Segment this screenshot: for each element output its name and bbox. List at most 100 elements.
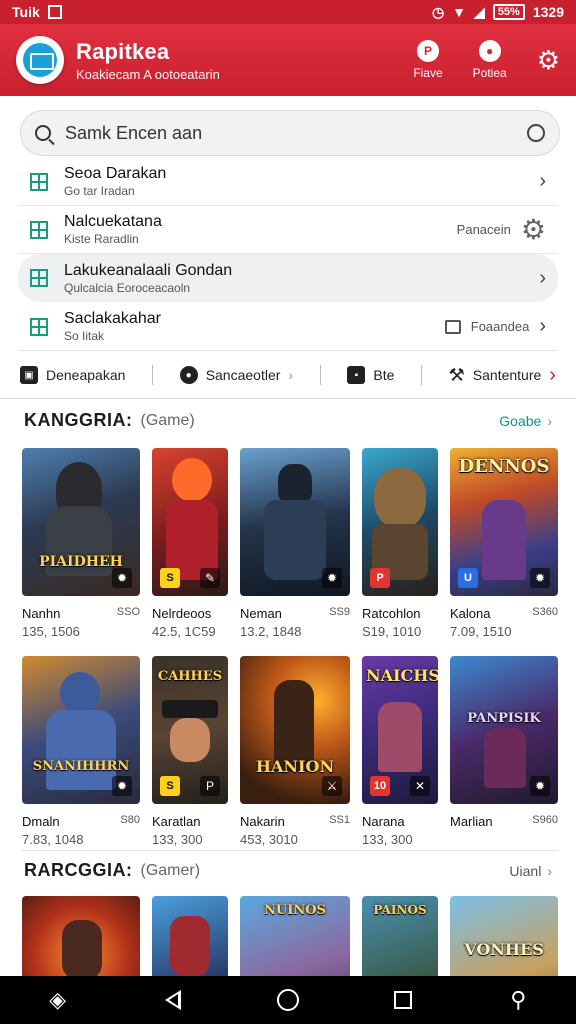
game-card[interactable]: CAHHES S P Karatlan 133, 300	[152, 656, 228, 847]
menu-item-title: Seoa Darakan	[64, 165, 167, 182]
section-title: RARCGGIA:	[24, 860, 133, 880]
game-cover: NUINOS	[240, 896, 350, 976]
game-card[interactable]	[152, 896, 228, 976]
gear-icon: ✹	[530, 776, 550, 796]
cover-title: PANPISIK	[467, 711, 541, 726]
grid-icon	[30, 172, 48, 191]
gear-icon[interactable]: ⚙	[521, 215, 546, 244]
see-more-link[interactable]: Uianl ›	[509, 863, 552, 879]
menu-item-subtitle: Kiste Raradlin	[64, 232, 139, 246]
header-action-label: Potiea	[472, 66, 507, 80]
tag-icon: ◈	[49, 987, 67, 1012]
menu-item[interactable]: Seoa Darakan Go tar Iradan ›	[18, 158, 558, 206]
game-cover: P	[362, 448, 438, 596]
gear-icon: ✹	[112, 776, 132, 796]
nav-back-button[interactable]	[153, 980, 193, 1020]
game-cover: NAICHS 10 ✕	[362, 656, 438, 804]
character-art	[374, 468, 426, 528]
game-card[interactable]: VONHES	[450, 896, 558, 976]
tab-divider	[421, 365, 423, 385]
game-stats: 133, 300	[362, 832, 413, 847]
search-input[interactable]	[65, 122, 527, 144]
game-card[interactable]: PANPISIK ✹ Marlian S960	[450, 656, 558, 847]
game-cover: PIAIDHEH ✹	[22, 448, 140, 596]
nav-recents-button[interactable]	[383, 980, 423, 1020]
alarm-icon: ◷	[431, 3, 445, 20]
character-art	[278, 464, 312, 504]
game-card[interactable]: ✹ Neman SS9 13.2, 1848	[240, 448, 350, 639]
game-name: Ratcohlon	[362, 606, 421, 621]
menu-item[interactable]: Saclakakahar So Iitak Foaandea ›	[18, 303, 558, 351]
game-card[interactable]: S ✎ Nelrdeoos 42.5, 1C59	[152, 448, 228, 639]
chevron-right-icon[interactable]: ›	[549, 364, 556, 387]
nav-home-button[interactable]	[268, 980, 308, 1020]
game-price: S360	[532, 606, 558, 618]
battery-icon: 55%	[492, 4, 525, 20]
location-icon: ●	[179, 366, 198, 384]
header-action-2[interactable]: ● Potiea	[473, 40, 507, 80]
search-icon	[35, 125, 51, 141]
game-name: Marlian	[450, 814, 493, 829]
game-card[interactable]: P Ratcohlon S19, 1010	[362, 448, 438, 639]
game-price: S80	[120, 814, 140, 826]
game-cover: DENNOS U ✹	[450, 448, 558, 596]
nav-profile-button[interactable]: ⚲	[498, 980, 538, 1020]
character-art	[62, 920, 102, 976]
gear-icon: ✹	[530, 568, 550, 588]
grid-icon	[30, 317, 48, 336]
game-price: SS9	[329, 606, 350, 618]
tab-label: Santenture	[472, 367, 542, 383]
menu-item-title: Lakukeanalaali Gondan	[64, 261, 233, 279]
cover-title: NAICHS	[366, 666, 438, 685]
game-card[interactable]: PIAIDHEH ✹ Nanhn SSO 135, 1506	[22, 448, 140, 639]
game-name: Neman	[240, 606, 282, 621]
section-subtitle: (Gamer)	[140, 861, 201, 879]
game-card[interactable]: SNANIHHRN ✹ Dmaln S80 7.83, 1048	[22, 656, 140, 847]
tab-4[interactable]: ⚒ Santenture ›	[449, 364, 556, 387]
game-name: Kalona	[450, 606, 491, 621]
game-card[interactable]	[22, 896, 140, 976]
cover-title: PAINOS	[373, 903, 427, 917]
nav-assistant-button[interactable]: ◈	[38, 980, 78, 1020]
game-price: SS1	[329, 814, 350, 826]
cover-title: NUINOS	[264, 903, 326, 918]
header-action-1[interactable]: P Fiave	[413, 40, 443, 80]
see-more-link[interactable]: Goabe ›	[499, 413, 552, 429]
tab-3[interactable]: ▪ Bte	[347, 366, 394, 384]
game-cover: VONHES	[450, 896, 558, 976]
chevron-right-icon: ›	[547, 412, 552, 429]
tab-1[interactable]: ▣ Deneapakan	[20, 366, 125, 384]
section-header: KANGGRIA: (Game) Goabe ›	[24, 410, 552, 431]
back-icon	[164, 990, 181, 1010]
menu-item[interactable]: Nalcuekatana Kiste Raradlin Panacein ⚙	[18, 206, 558, 254]
chevron-right-icon: ›	[539, 315, 546, 337]
section-header: RARCGGIA: (Gamer) Uianl ›	[24, 860, 552, 881]
game-card[interactable]: DENNOS U ✹ Kalona S360 7.09, 1510	[450, 448, 558, 639]
gear-icon[interactable]: ⚙	[537, 47, 560, 73]
calendar-icon: ▣	[20, 366, 38, 384]
grid-icon	[30, 220, 48, 239]
chevron-right-icon: ›	[539, 266, 546, 289]
voice-icon[interactable]	[527, 124, 545, 142]
game-card[interactable]: PAINOS	[362, 896, 438, 976]
store-icon	[23, 43, 57, 77]
clock: 1329	[532, 4, 564, 20]
tab-2[interactable]: ● Sancaeotler ›	[179, 366, 293, 384]
gear-icon: ✹	[112, 568, 132, 588]
carrier-text: Tuik	[12, 4, 40, 20]
app-logo[interactable]	[16, 36, 64, 84]
search-bar[interactable]	[20, 110, 560, 156]
sword-icon: ⚔	[322, 776, 342, 796]
game-cover: S ✎	[152, 448, 228, 596]
game-stats: 7.83, 1048	[22, 832, 84, 847]
system-nav-bar: ◈ ⚲	[0, 976, 576, 1024]
game-card[interactable]: HANION ⚔ Nakarin SS1 453, 3010	[240, 656, 350, 847]
chevron-right-icon: ›	[539, 170, 546, 192]
game-card[interactable]: NAICHS 10 ✕ Narana 133, 300	[362, 656, 438, 847]
game-row-1: PIAIDHEH ✹ Nanhn SSO 135, 1506 S ✎ Nelrde…	[22, 448, 558, 639]
tab-label: Bte	[373, 367, 395, 383]
chat-icon: ▪	[347, 366, 366, 384]
game-card[interactable]: NUINOS	[240, 896, 350, 976]
menu-item-highlighted[interactable]: Lakukeanalaali Gondan Qulcalcia Eoroceac…	[18, 254, 558, 302]
person-icon: ⚲	[510, 987, 527, 1012]
